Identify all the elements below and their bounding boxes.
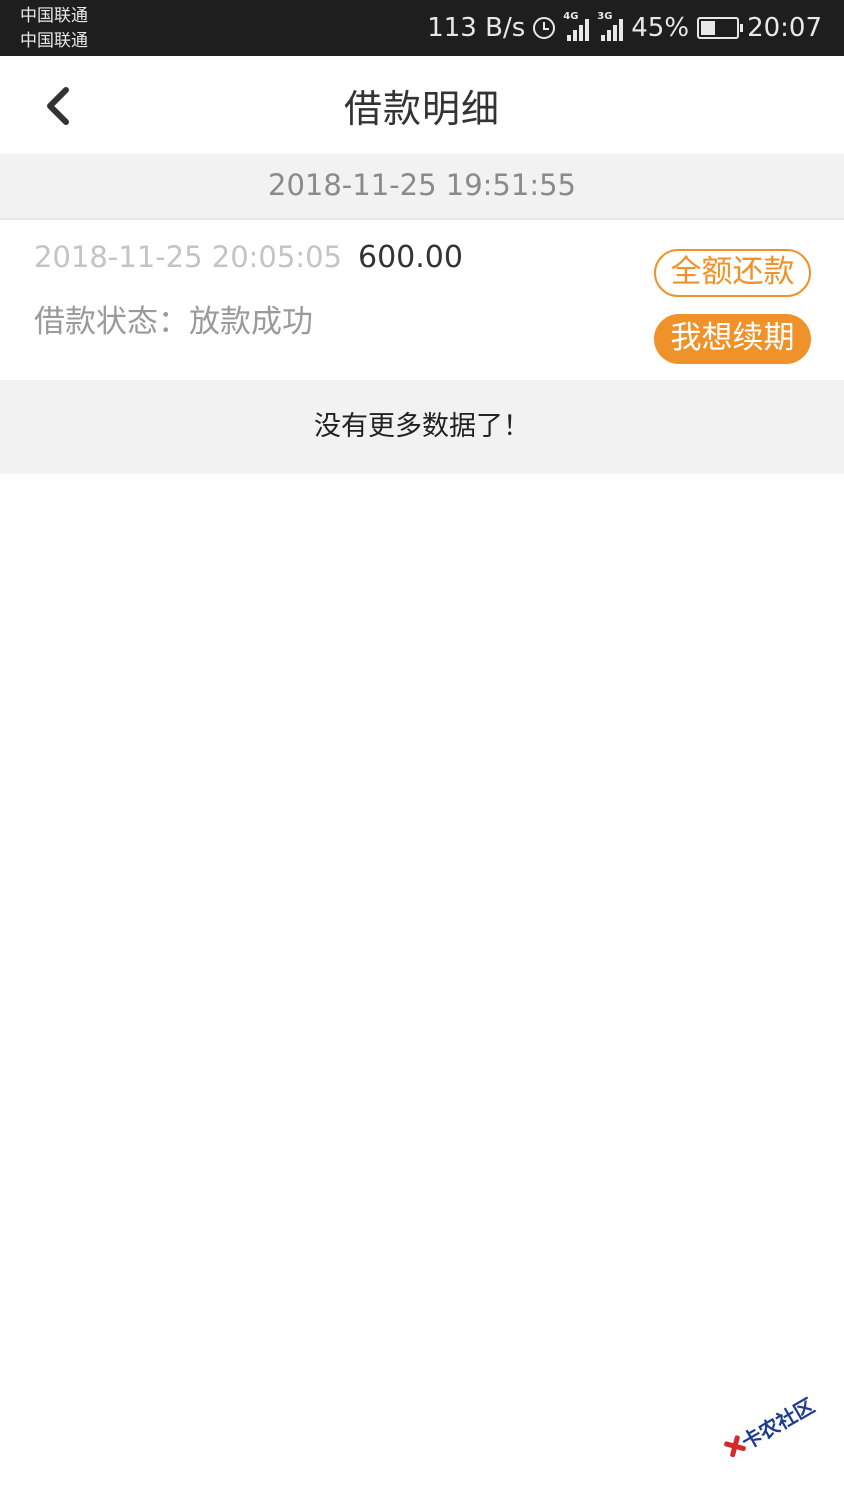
loan-time: 2018-11-25 20:05:05 [34,240,342,274]
nav-bar: 借款明细 [0,56,844,154]
signal-4g-icon: 4G [563,11,590,41]
status-indicators: 113 B/s 4G 3G 45% 20:07 [427,0,822,56]
signal-3g-label: 3G [597,11,613,22]
carrier-1: 中国联通 [20,6,88,26]
status-bar: 中国联通 中国联通 113 B/s 4G 3G 45% 20:07 [0,0,844,56]
signal-3g-icon: 3G [597,11,624,41]
carrier-labels: 中国联通 中国联通 [20,4,88,54]
loan-amount: 600.00 [358,240,463,275]
full-repay-button[interactable]: 全额还款 [654,249,811,297]
clock: 20:07 [747,13,822,43]
loan-status: 借款状态：放款成功 [34,304,313,340]
signal-4g-label: 4G [563,11,579,22]
renew-button[interactable]: 我想续期 [654,314,811,364]
battery-icon [697,17,744,39]
no-more-data-notice: 没有更多数据了！ [0,380,844,474]
carrier-2: 中国联通 [20,31,88,51]
watermark-logo: 卡农社区 [710,1376,827,1478]
alarm-icon [533,17,556,39]
section-date-header: 2018-11-25 19:51:55 [0,154,844,220]
loan-record: 2018-11-25 20:05:05 600.00 借款状态：放款成功 全额还… [0,220,844,380]
watermark-text: 卡农社区 [737,1392,819,1454]
net-speed: 113 B/s [427,13,526,43]
page-title: 借款明细 [343,87,500,131]
battery-level [701,21,716,35]
battery-percent: 45% [631,13,690,43]
